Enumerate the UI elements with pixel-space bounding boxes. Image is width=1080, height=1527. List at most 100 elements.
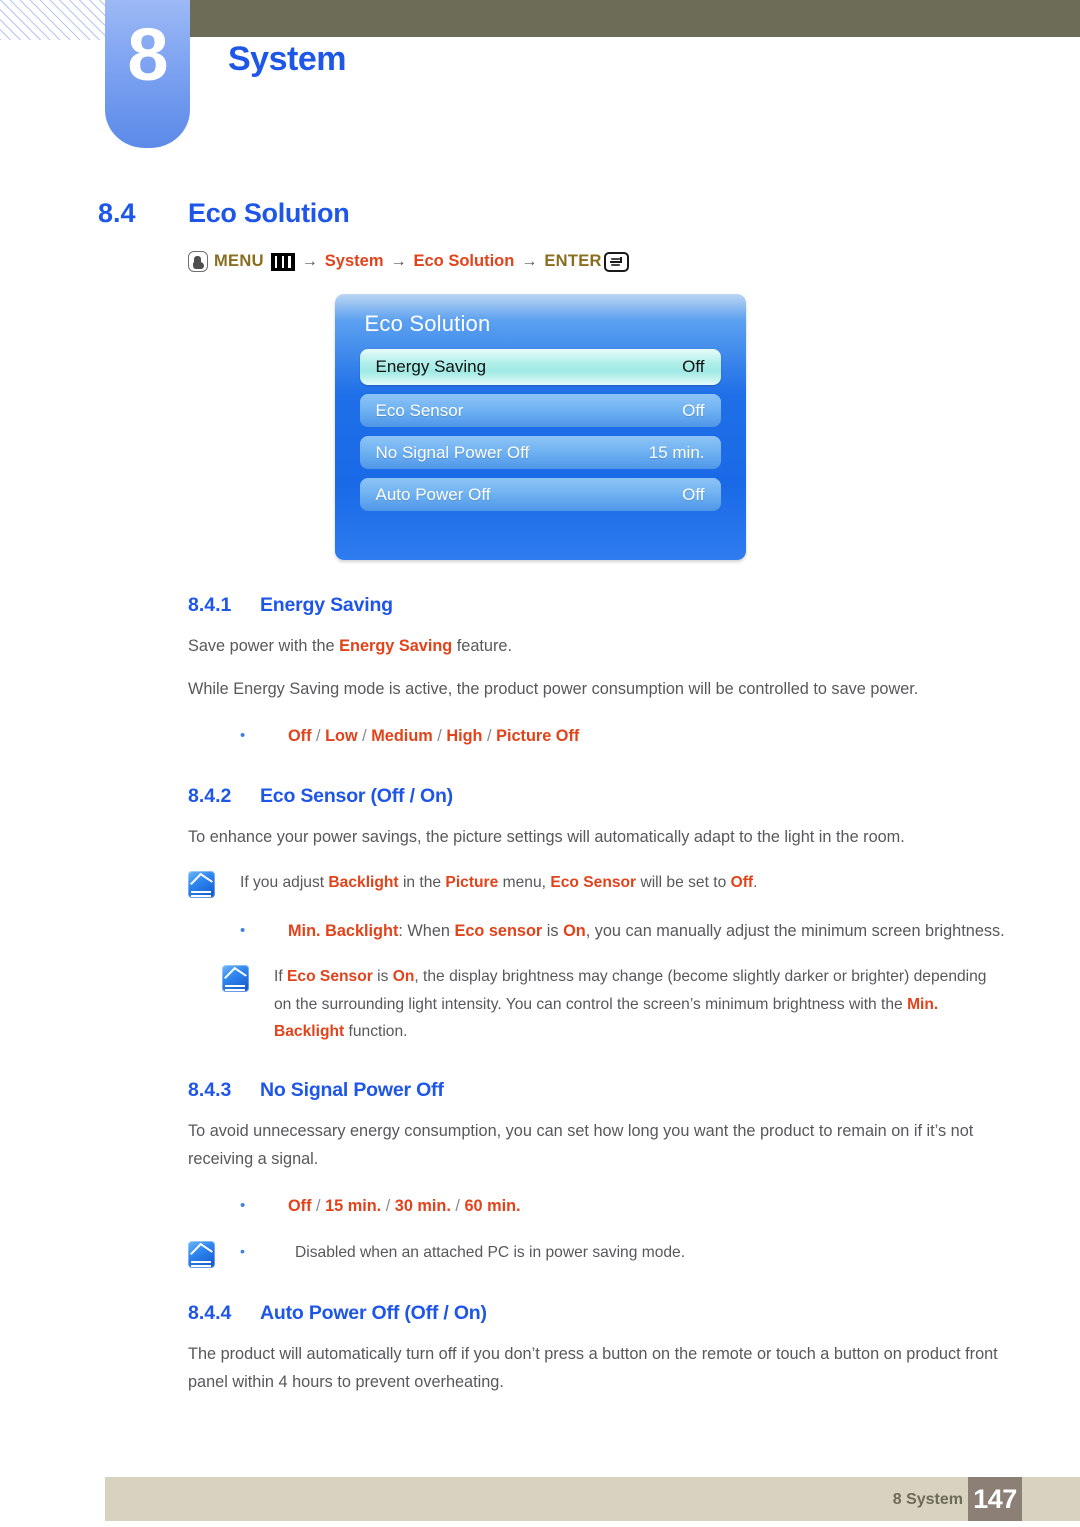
emphasis-picture: Picture: [445, 873, 499, 891]
option-separator: /: [450, 1197, 465, 1216]
page-footer: 8 System 147: [0, 1471, 1080, 1527]
text-run: .: [753, 873, 758, 891]
bullet-843-options: Off / 15 min. / 30 min. / 60 min.: [0, 1193, 1080, 1221]
osd-row-eco-sensor[interactable]: Eco Sensor Off: [359, 394, 721, 427]
subsection-number: 8.4.2: [188, 784, 232, 807]
note-icon: [188, 869, 240, 898]
menu-path-system-label: System: [324, 252, 384, 270]
menu-path-menu-label: MENU: [214, 252, 264, 270]
paragraph-844-1: The product will automatically turn off …: [188, 1345, 998, 1392]
option-high: High: [446, 727, 483, 746]
subsection-heading-842: 8.4.2 Eco Sensor (Off / On): [0, 785, 1080, 808]
menu-path-arrow-3: →: [521, 252, 538, 270]
emphasis-energy-saving: Energy Saving: [339, 637, 453, 655]
text-run: If: [274, 968, 287, 986]
osd-row-value: Off: [682, 400, 705, 420]
pencil-note-icon: [188, 1241, 215, 1269]
emphasis-min-backlight: Min. Backlight: [288, 921, 399, 940]
emphasis-backlight: Backlight: [328, 873, 399, 891]
option-low: Low: [325, 727, 358, 746]
bullet-text: Min. Backlight: When Eco sensor is On, y…: [288, 918, 1005, 946]
option-separator: /: [381, 1197, 395, 1216]
note-icon: [222, 963, 274, 1045]
option-separator: /: [311, 1197, 326, 1216]
note-843-1: Disabled when an attached PC is in power…: [0, 1239, 1080, 1269]
pencil-note-icon: [188, 870, 215, 898]
chapter-number: 8: [127, 13, 168, 96]
emphasis-off: Off: [730, 873, 754, 891]
emphasis-on: On: [392, 968, 415, 986]
bullet-dot-icon: [240, 723, 288, 751]
emphasis-eco-sensor: Eco Sensor: [550, 873, 637, 891]
footer-page-number: 147: [968, 1477, 1022, 1521]
osd-row-value: Off: [682, 484, 705, 504]
subsection-title: No Signal Power Off: [260, 1079, 444, 1102]
enter-key-icon: [603, 251, 629, 272]
menu-bars-icon: [270, 252, 295, 271]
text-run: is: [372, 968, 393, 986]
emphasis-eco-sensor: Eco sensor: [454, 921, 543, 940]
bullet-841-options: Off / Low / Medium / High / Picture Off: [0, 723, 1080, 751]
text-run: menu,: [498, 873, 551, 891]
osd-row-energy-saving[interactable]: Energy Saving Off: [359, 349, 721, 385]
option-separator: /: [432, 727, 447, 746]
section-number: 8.4: [98, 198, 136, 228]
footer-chapter-label: 8 System: [892, 1491, 963, 1508]
osd-row-value: Off: [682, 357, 705, 376]
osd-title: Eco Solution: [364, 311, 491, 336]
note-842-2: If Eco Sensor is On, the display brightn…: [0, 963, 1080, 1045]
option-picture-off: Picture Off: [496, 727, 580, 746]
osd-row-no-signal-power-off[interactable]: No Signal Power Off 15 min.: [359, 436, 721, 469]
emphasis-eco-sensor: Eco Sensor: [287, 968, 373, 986]
subsection-heading-844: 8.4.4 Auto Power Off (Off / On): [0, 1302, 1080, 1325]
option-60min: 60 min.: [464, 1197, 521, 1216]
bullet-text: Off / Low / Medium / High / Picture Off: [288, 723, 579, 751]
subsection-heading-843: 8.4.3 No Signal Power Off: [0, 1079, 1080, 1102]
text-run: will be set to: [636, 873, 731, 891]
page-header: 8 System: [0, 0, 1080, 160]
option-medium: Medium: [371, 727, 433, 746]
option-separator: /: [482, 727, 497, 746]
menu-path-arrow-2: →: [390, 252, 407, 270]
text-run: is: [542, 921, 564, 940]
osd-row-auto-power-off[interactable]: Auto Power Off Off: [359, 478, 721, 511]
option-separator: /: [311, 727, 326, 746]
bullet-text: Off / 15 min. / 30 min. / 60 min.: [288, 1193, 521, 1221]
subsection-number: 8.4.1: [188, 594, 232, 616]
osd-row-label: Eco Sensor: [375, 400, 464, 420]
subsection-heading-841: 8.4.1 Energy Saving: [0, 594, 1080, 617]
decorative-hatch-pattern: [0, 0, 108, 40]
option-30min: 30 min.: [394, 1197, 451, 1216]
hand-pointer-icon: [188, 251, 208, 272]
osd-row-list: Energy Saving Off Eco Sensor Off No Sign…: [335, 337, 746, 511]
paragraph-843-1: To avoid unnecessary energy consumption,…: [188, 1122, 974, 1169]
note-842-1: If you adjust Backlight in the Picture m…: [0, 869, 1080, 898]
section-title: Eco Solution: [188, 198, 350, 228]
subsection-number: 8.4.3: [188, 1079, 232, 1102]
option-off: Off: [288, 727, 312, 746]
text-run: : When: [398, 921, 455, 940]
paragraph-841-2: While Energy Saving mode is active, the …: [188, 680, 919, 699]
subsection-title: Eco Sensor (Off / On): [260, 784, 453, 807]
osd-row-label: Energy Saving: [375, 357, 487, 376]
paragraph-842-1: To enhance your power savings, the pictu…: [188, 827, 905, 846]
text-run: function.: [344, 1023, 408, 1041]
osd-screenshot-wrapper: Eco Solution Energy Saving Off Eco Senso…: [0, 294, 1080, 560]
osd-panel: Eco Solution Energy Saving Off Eco Senso…: [334, 294, 746, 560]
note-icon: [188, 1239, 240, 1269]
chapter-title: System: [228, 40, 346, 78]
text-run: in the: [398, 873, 446, 891]
menu-path-breadcrumb: MENU → System → Eco Solution → ENTER: [0, 251, 1080, 272]
subsection-title: Auto Power Off (Off / On): [260, 1302, 487, 1325]
text-run: If you adjust: [240, 873, 329, 891]
header-olive-bar: [178, 0, 1080, 37]
bullet-dot-icon: [240, 1193, 288, 1221]
note-text: If Eco Sensor is On, the display brightn…: [274, 963, 1008, 1045]
option-separator: /: [357, 727, 372, 746]
note-text: If you adjust Backlight in the Picture m…: [240, 869, 1008, 898]
subsection-number: 8.4.4: [188, 1302, 232, 1325]
option-15min: 15 min.: [325, 1197, 382, 1216]
page-content: 8.4 Eco Solution MENU → System → Eco Sol…: [0, 160, 1080, 1396]
section-heading: 8.4 Eco Solution: [0, 198, 1080, 229]
osd-row-label: Auto Power Off: [375, 484, 491, 504]
